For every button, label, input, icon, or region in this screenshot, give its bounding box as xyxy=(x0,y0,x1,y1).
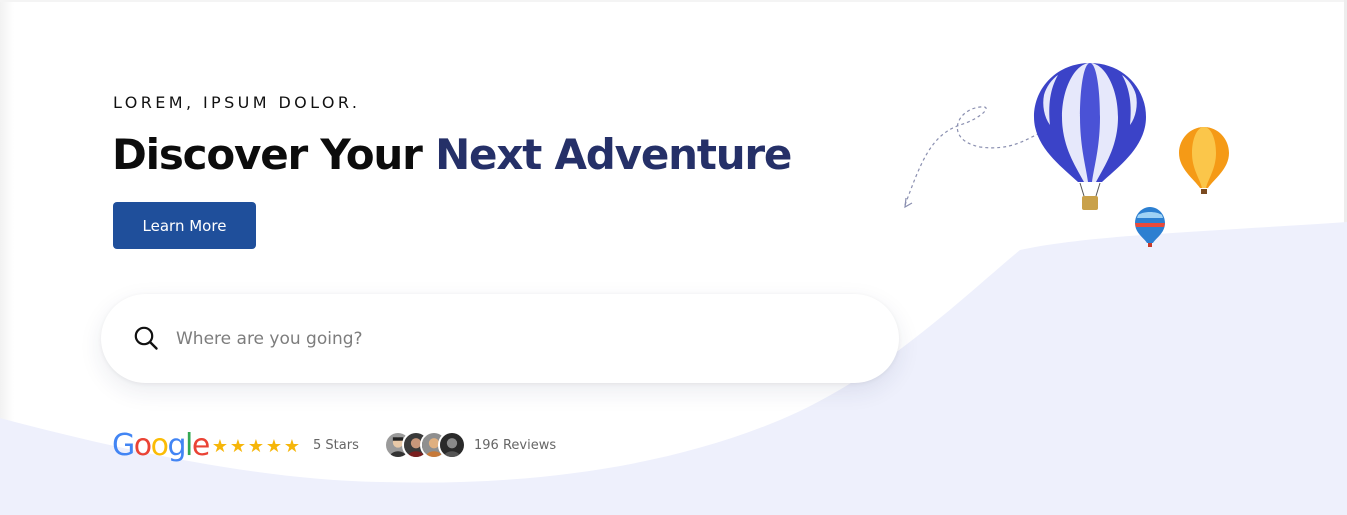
star-icon: ★ xyxy=(265,436,283,456)
headline-primary: Discover Your xyxy=(112,130,423,179)
hot-air-balloons-illustration xyxy=(904,63,1229,247)
star-icon: ★ xyxy=(247,436,265,456)
avatar xyxy=(438,431,466,459)
learn-more-button[interactable]: Learn More xyxy=(113,202,256,249)
large-balloon xyxy=(1034,63,1146,210)
headline-accent: Next Adventure xyxy=(435,130,792,179)
star-icon: ★ xyxy=(283,436,301,456)
google-logo: Google xyxy=(112,428,210,463)
orange-balloon xyxy=(1179,127,1229,194)
reviewer-avatars xyxy=(384,431,474,459)
hero-headline: Discover Your Next Adventure xyxy=(112,130,792,179)
hero-eyebrow: LOREM, IPSUM DOLOR. xyxy=(113,93,361,112)
flight-path-arrow xyxy=(904,197,913,209)
reviews-count: 196 Reviews xyxy=(474,438,557,453)
flight-path xyxy=(904,106,1041,206)
star-icon: ★ xyxy=(229,436,247,456)
search-icon[interactable] xyxy=(133,325,159,351)
stars-label: 5 Stars xyxy=(313,438,359,453)
small-balloon xyxy=(1135,207,1165,247)
star-icon: ★ xyxy=(211,436,229,456)
star-rating: ★ ★ ★ ★ ★ xyxy=(211,434,301,458)
search-input[interactable] xyxy=(176,322,866,356)
